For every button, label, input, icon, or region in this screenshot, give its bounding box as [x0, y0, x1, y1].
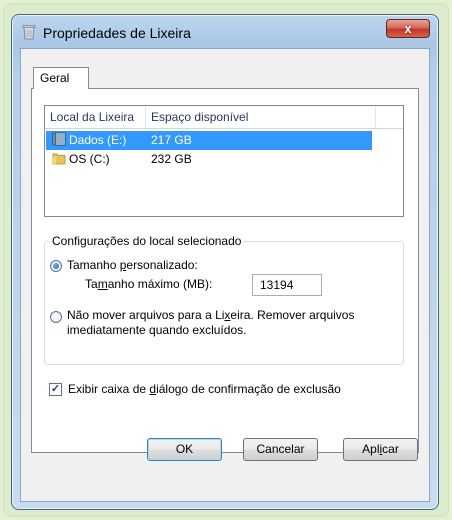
location-list[interactable]: Local da Lixeira Espaço disponível Dados…: [44, 105, 404, 217]
cancel-button[interactable]: Cancelar: [243, 438, 318, 461]
list-header: Local da Lixeira Espaço disponível: [45, 106, 403, 129]
confirm-dialog-checkbox[interactable]: ✓: [49, 383, 62, 396]
properties-dialog: Propriedades de Lixeira x Geral Local da…: [11, 14, 439, 510]
list-item-name-cell: Dados (E:): [52, 131, 126, 150]
list-item-name-cell: OS (C:): [52, 150, 110, 169]
title-bar[interactable]: Propriedades de Lixeira x: [12, 15, 438, 47]
custom-size-radio[interactable]: [50, 260, 62, 272]
apply-button[interactable]: Aplicar: [343, 438, 418, 461]
confirm-dialog-label[interactable]: Exibir caixa de diálogo de confirmação d…: [68, 382, 341, 396]
no-move-label-line2[interactable]: imediatamente quando excluídos.: [67, 323, 246, 337]
no-move-radio[interactable]: [50, 311, 62, 323]
column-header-space[interactable]: Espaço disponível: [146, 106, 376, 128]
close-button[interactable]: x: [386, 19, 430, 38]
max-size-label: Tamanho máximo (MB):: [85, 277, 213, 291]
list-item-space: 217 GB: [151, 133, 192, 147]
checkmark-icon: ✓: [50, 383, 61, 395]
close-icon: x: [404, 21, 412, 36]
list-item[interactable]: OS (C:) 232 GB: [46, 150, 372, 169]
column-header-location[interactable]: Local da Lixeira: [45, 106, 146, 128]
tab-panel-geral: Local da Lixeira Espaço disponível Dados…: [31, 88, 419, 453]
tab-geral[interactable]: Geral: [33, 67, 89, 89]
dialog-client-area: Geral Local da Lixeira Espaço disponível…: [20, 48, 430, 502]
list-item[interactable]: Dados (E:) 217 GB: [46, 131, 372, 150]
window-title: Propriedades de Lixeira: [43, 25, 191, 41]
recycle-bin-icon: [22, 25, 36, 40]
no-move-label[interactable]: Não mover arquivos para a Lixeira. Remov…: [67, 308, 354, 322]
list-item-name: Dados (E:): [69, 133, 127, 147]
custom-size-label[interactable]: Tamanho personalizado:: [67, 258, 198, 272]
folder-icon: [52, 153, 66, 165]
list-item-space: 232 GB: [151, 152, 192, 166]
max-size-input[interactable]: 13194: [252, 274, 322, 296]
ok-button[interactable]: OK: [147, 438, 222, 461]
selected-location-settings-group: Configurações do local selecionado Taman…: [44, 234, 404, 365]
tab-label: Geral: [40, 71, 70, 85]
group-title: Configurações do local selecionado: [50, 234, 244, 248]
drive-icon: [52, 132, 66, 146]
list-item-name: OS (C:): [69, 152, 110, 166]
